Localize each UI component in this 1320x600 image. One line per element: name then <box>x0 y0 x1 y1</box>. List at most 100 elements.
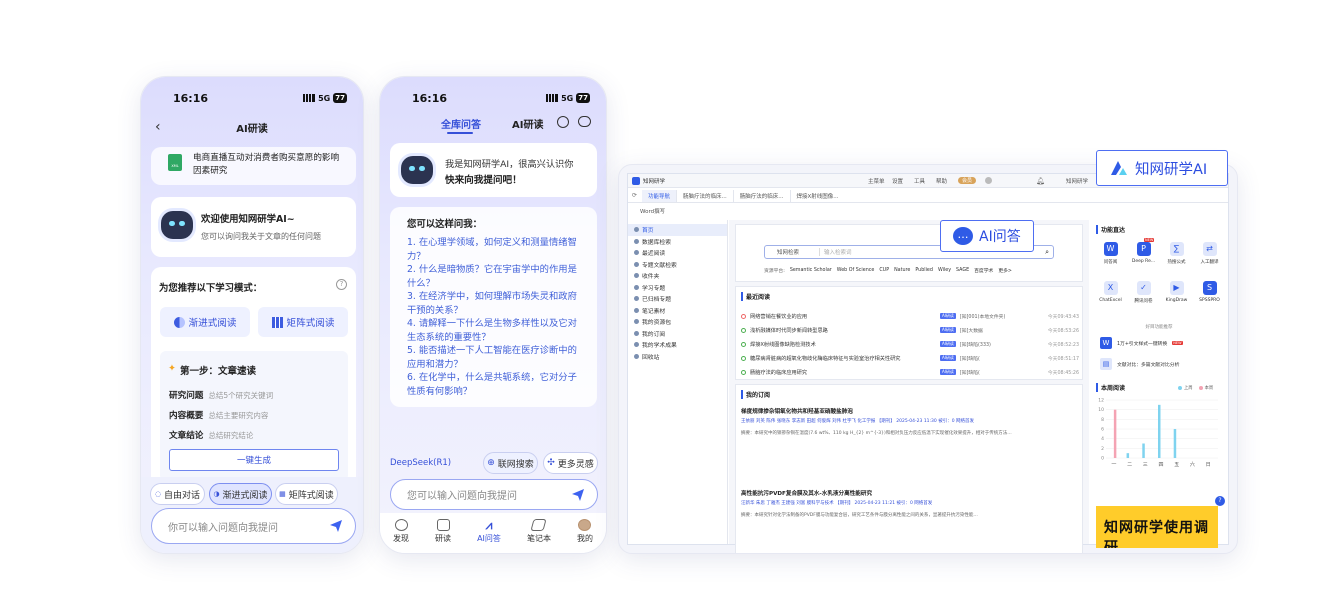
sidebar-item-db-search[interactable]: 数据库检索 <box>628 236 727 248</box>
subscription-item[interactable]: 梯度规律掺杂钼氧化物共和羟基亚硝酸盐肺泡 王依丽 刘英 陈伟 张晓东 李志新 田… <box>741 407 1077 458</box>
file-card[interactable]: XML 电商直播互动对消费者购买意愿的影响因素研究 <box>151 147 356 185</box>
tool-citation[interactable]: W 1万+引文样式一键转换 NEW <box>1100 337 1183 349</box>
question-item[interactable]: 4. 请解释一下什么是生物多样性以及它对生态系统的重要性？ <box>407 317 582 344</box>
sidebar-item-trash[interactable]: 回收站 <box>628 351 727 363</box>
sidebar-item-archived[interactable]: 已归档专题 <box>628 293 727 305</box>
menu-tools[interactable]: 工具 <box>914 177 925 185</box>
question-item[interactable]: 2. 什么是暗物质？它在宇宙学中的作用是什么？ <box>407 263 582 290</box>
send-icon[interactable] <box>571 488 585 502</box>
subscription-item[interactable]: 高性能抗污PVDF复合膜及其水-水乳液分离性能研究 汪新华 朱思 丁雅杰 王建强… <box>741 489 1077 540</box>
send-icon[interactable] <box>329 519 343 533</box>
sidebar-item-recent[interactable]: 最近阅读 <box>628 247 727 259</box>
paper-title[interactable]: 高性能抗污PVDF复合膜及其水-水乳液分离性能研究 <box>741 489 1077 497</box>
menu-main[interactable]: 主菜单 <box>868 177 885 185</box>
source-link[interactable]: Web Of Science <box>837 268 875 273</box>
battery-icon: 77 <box>576 93 590 103</box>
sidebar-item-study[interactable]: 学习专题 <box>628 282 727 294</box>
tab-ai-read[interactable]: AI研读 <box>512 116 543 131</box>
question-item[interactable]: 3. 在经济学中，如何理解市场失灵和政府干预的关系？ <box>407 290 582 317</box>
ai-read-tag[interactable]: AI研读 <box>939 355 956 361</box>
word-write-button[interactable]: Word撰写 <box>640 207 665 215</box>
survey-banner[interactable]: 知网研学使用调研 <box>1096 506 1218 548</box>
matrix-label: 矩阵式阅读 <box>286 318 335 329</box>
chip-progressive[interactable]: ◑ 渐进式阅读 <box>209 483 272 505</box>
tab-notebook[interactable]: 笔记本 <box>527 519 551 544</box>
function-item[interactable]: S SPSSPRO <box>1193 281 1226 320</box>
recent-title-text[interactable]: 网络营销在餐饮业的应用 <box>750 313 940 320</box>
function-item[interactable]: W 问答阅 <box>1094 242 1127 281</box>
sidebar-item-achievements[interactable]: 我的学术成果 <box>628 339 727 351</box>
sidebar-item-resources[interactable]: 我的资源包 <box>628 316 727 328</box>
help-icon[interactable]: ? <box>1215 496 1225 506</box>
tab-read[interactable]: 研读 <box>435 519 451 544</box>
function-item[interactable]: ⇄ 入工翻译 <box>1193 242 1226 281</box>
function-item[interactable]: ✓ 腾讯问卷 <box>1127 281 1160 320</box>
question-item[interactable]: 6. 在化学中，什么是共轭系统，它对分子性质有何影响？ <box>407 371 582 398</box>
ai-read-tag[interactable]: AI研读 <box>939 369 956 375</box>
sidebar-item-subscriptions[interactable]: 我的订阅 <box>628 328 727 340</box>
function-item[interactable]: ▶ KingDraw <box>1160 281 1193 320</box>
tab-discover[interactable]: 发现 <box>393 519 409 544</box>
recent-item[interactable]: 糖尿病肾脏病的超氧化物歧化酶临床特征与实验室治疗相关性研究 AI研读 [知]缺陷(今… <box>741 351 1079 365</box>
question-item[interactable]: 1. 在心理学领域，如何定义和测量情绪智力？ <box>407 236 582 263</box>
source-link[interactable]: 更多> <box>998 267 1012 274</box>
recent-item[interactable]: 肠脑疗法的临床应用研究 AI研读 [知]缺陷(今天08:45:26 <box>741 365 1079 379</box>
matrix-mode-button[interactable]: 矩阵式阅读 <box>258 307 348 337</box>
source-link[interactable]: Publied <box>915 268 933 273</box>
help-icon[interactable]: ? <box>336 279 347 290</box>
ai-read-tag[interactable]: AI研读 <box>939 313 956 319</box>
paper-title[interactable]: 梯度规律掺杂钼氧化物共和羟基亚硝酸盐肺泡 <box>741 407 1077 415</box>
question-input[interactable]: 你可以输入问题向我提问 <box>151 508 356 544</box>
chip-matrix[interactable]: ▦ 矩阵式阅读 <box>275 483 338 505</box>
tab-all-qa[interactable]: 全库问答 <box>441 116 481 131</box>
tab-function-nav[interactable]: 功能导航 <box>642 189 677 202</box>
model-selector[interactable]: DeepSeek(R1) <box>390 458 451 468</box>
sidebar-item-home[interactable]: 首页 <box>628 224 727 236</box>
menu-settings[interactable]: 设置 <box>892 177 903 185</box>
tab-mine[interactable]: 我的 <box>577 519 593 544</box>
avatar[interactable] <box>985 177 992 184</box>
source-link[interactable]: SAGE <box>956 268 969 273</box>
menu-help[interactable]: 帮助 <box>936 177 947 185</box>
recent-item[interactable]: 浅析融媒体时代同步新闻转型思路 AI研读 [知]大数据 今天08:53:26 <box>741 323 1079 337</box>
question-input[interactable]: 您可以输入问题向我提问 <box>390 479 598 510</box>
refresh-icon[interactable]: ⟳ <box>632 192 642 199</box>
function-item[interactable]: ∑ 热搜公式 <box>1160 242 1193 281</box>
source-link[interactable]: CUP <box>879 268 889 273</box>
source-link[interactable]: Nature <box>894 268 910 273</box>
tab-doc[interactable]: 焊接X射线图像... <box>789 189 845 202</box>
welcome-title: 欢迎使用知网研学AI~ <box>201 214 295 225</box>
sidebar-item-inbox[interactable]: 收件夹 <box>628 270 727 282</box>
generate-button[interactable]: 一键生成 <box>169 449 339 471</box>
function-item[interactable]: X ChatExcel <box>1094 281 1127 320</box>
function-item[interactable]: P Deep Re... NEW <box>1127 238 1160 281</box>
tab-ai-qa[interactable]: ⩘ AI问答 <box>477 519 501 544</box>
tab-doc[interactable]: 肠脑疗法的临床... <box>676 189 733 202</box>
search-icon[interactable]: ⌕ <box>1045 248 1053 257</box>
sidebar-item-notes[interactable]: 笔记素材 <box>628 305 727 317</box>
source-link[interactable]: Semantic Scholar <box>790 268 832 273</box>
recent-item[interactable]: 网络营销在餐饮业的应用 AI研读 [知]001(本地文件夹) 今天09:43:43 <box>741 309 1079 323</box>
more-ideas-button[interactable]: ✣ 更多灵感 <box>543 452 598 474</box>
recent-title-text[interactable]: 焊接X射线图像缺陷检测技术 <box>750 341 940 348</box>
new-chat-icon[interactable] <box>578 116 591 127</box>
recent-title-text[interactable]: 糖尿病肾脏病的超氧化物歧化酶临床特征与实验室治疗相关性研究 <box>750 355 940 362</box>
recent-item[interactable]: 焊接X射线图像缺陷检测技术 AI研读 [知]缺陷(333) 今天08:52:23 <box>741 337 1079 351</box>
recent-title-text[interactable]: 浅析融媒体时代同步新闻转型思路 <box>750 327 940 334</box>
search-source-select[interactable]: 知网检索 <box>765 248 820 256</box>
chip-free-chat[interactable]: ◌ 自由对话 <box>150 483 205 505</box>
history-icon[interactable] <box>557 116 569 128</box>
sidebar-item-topic-search[interactable]: 专题文献检索 <box>628 259 727 271</box>
bell-icon[interactable]: 🔔︎ <box>1036 177 1045 185</box>
vip-badge[interactable]: 会员 <box>958 177 977 184</box>
source-link[interactable]: Wiley <box>938 268 951 273</box>
ai-read-tag[interactable]: AI研读 <box>939 341 956 347</box>
tab-doc[interactable]: 肠脑疗法的临床... <box>732 189 790 202</box>
source-link[interactable]: 百度学术 <box>974 267 993 274</box>
web-search-toggle[interactable]: ⊕ 联网搜索 <box>483 452 538 474</box>
progressive-mode-button[interactable]: 渐进式阅读 <box>160 307 250 337</box>
recent-title-text[interactable]: 肠脑疗法的临床应用研究 <box>750 369 940 376</box>
question-item[interactable]: 5. 能否描述一下人工智能在医疗诊断中的应用和潜力？ <box>407 344 582 371</box>
tool-compare[interactable]: ▤ 文献对比：多篇文献对比分析 <box>1100 358 1179 370</box>
ai-read-tag[interactable]: AI研读 <box>939 327 956 333</box>
